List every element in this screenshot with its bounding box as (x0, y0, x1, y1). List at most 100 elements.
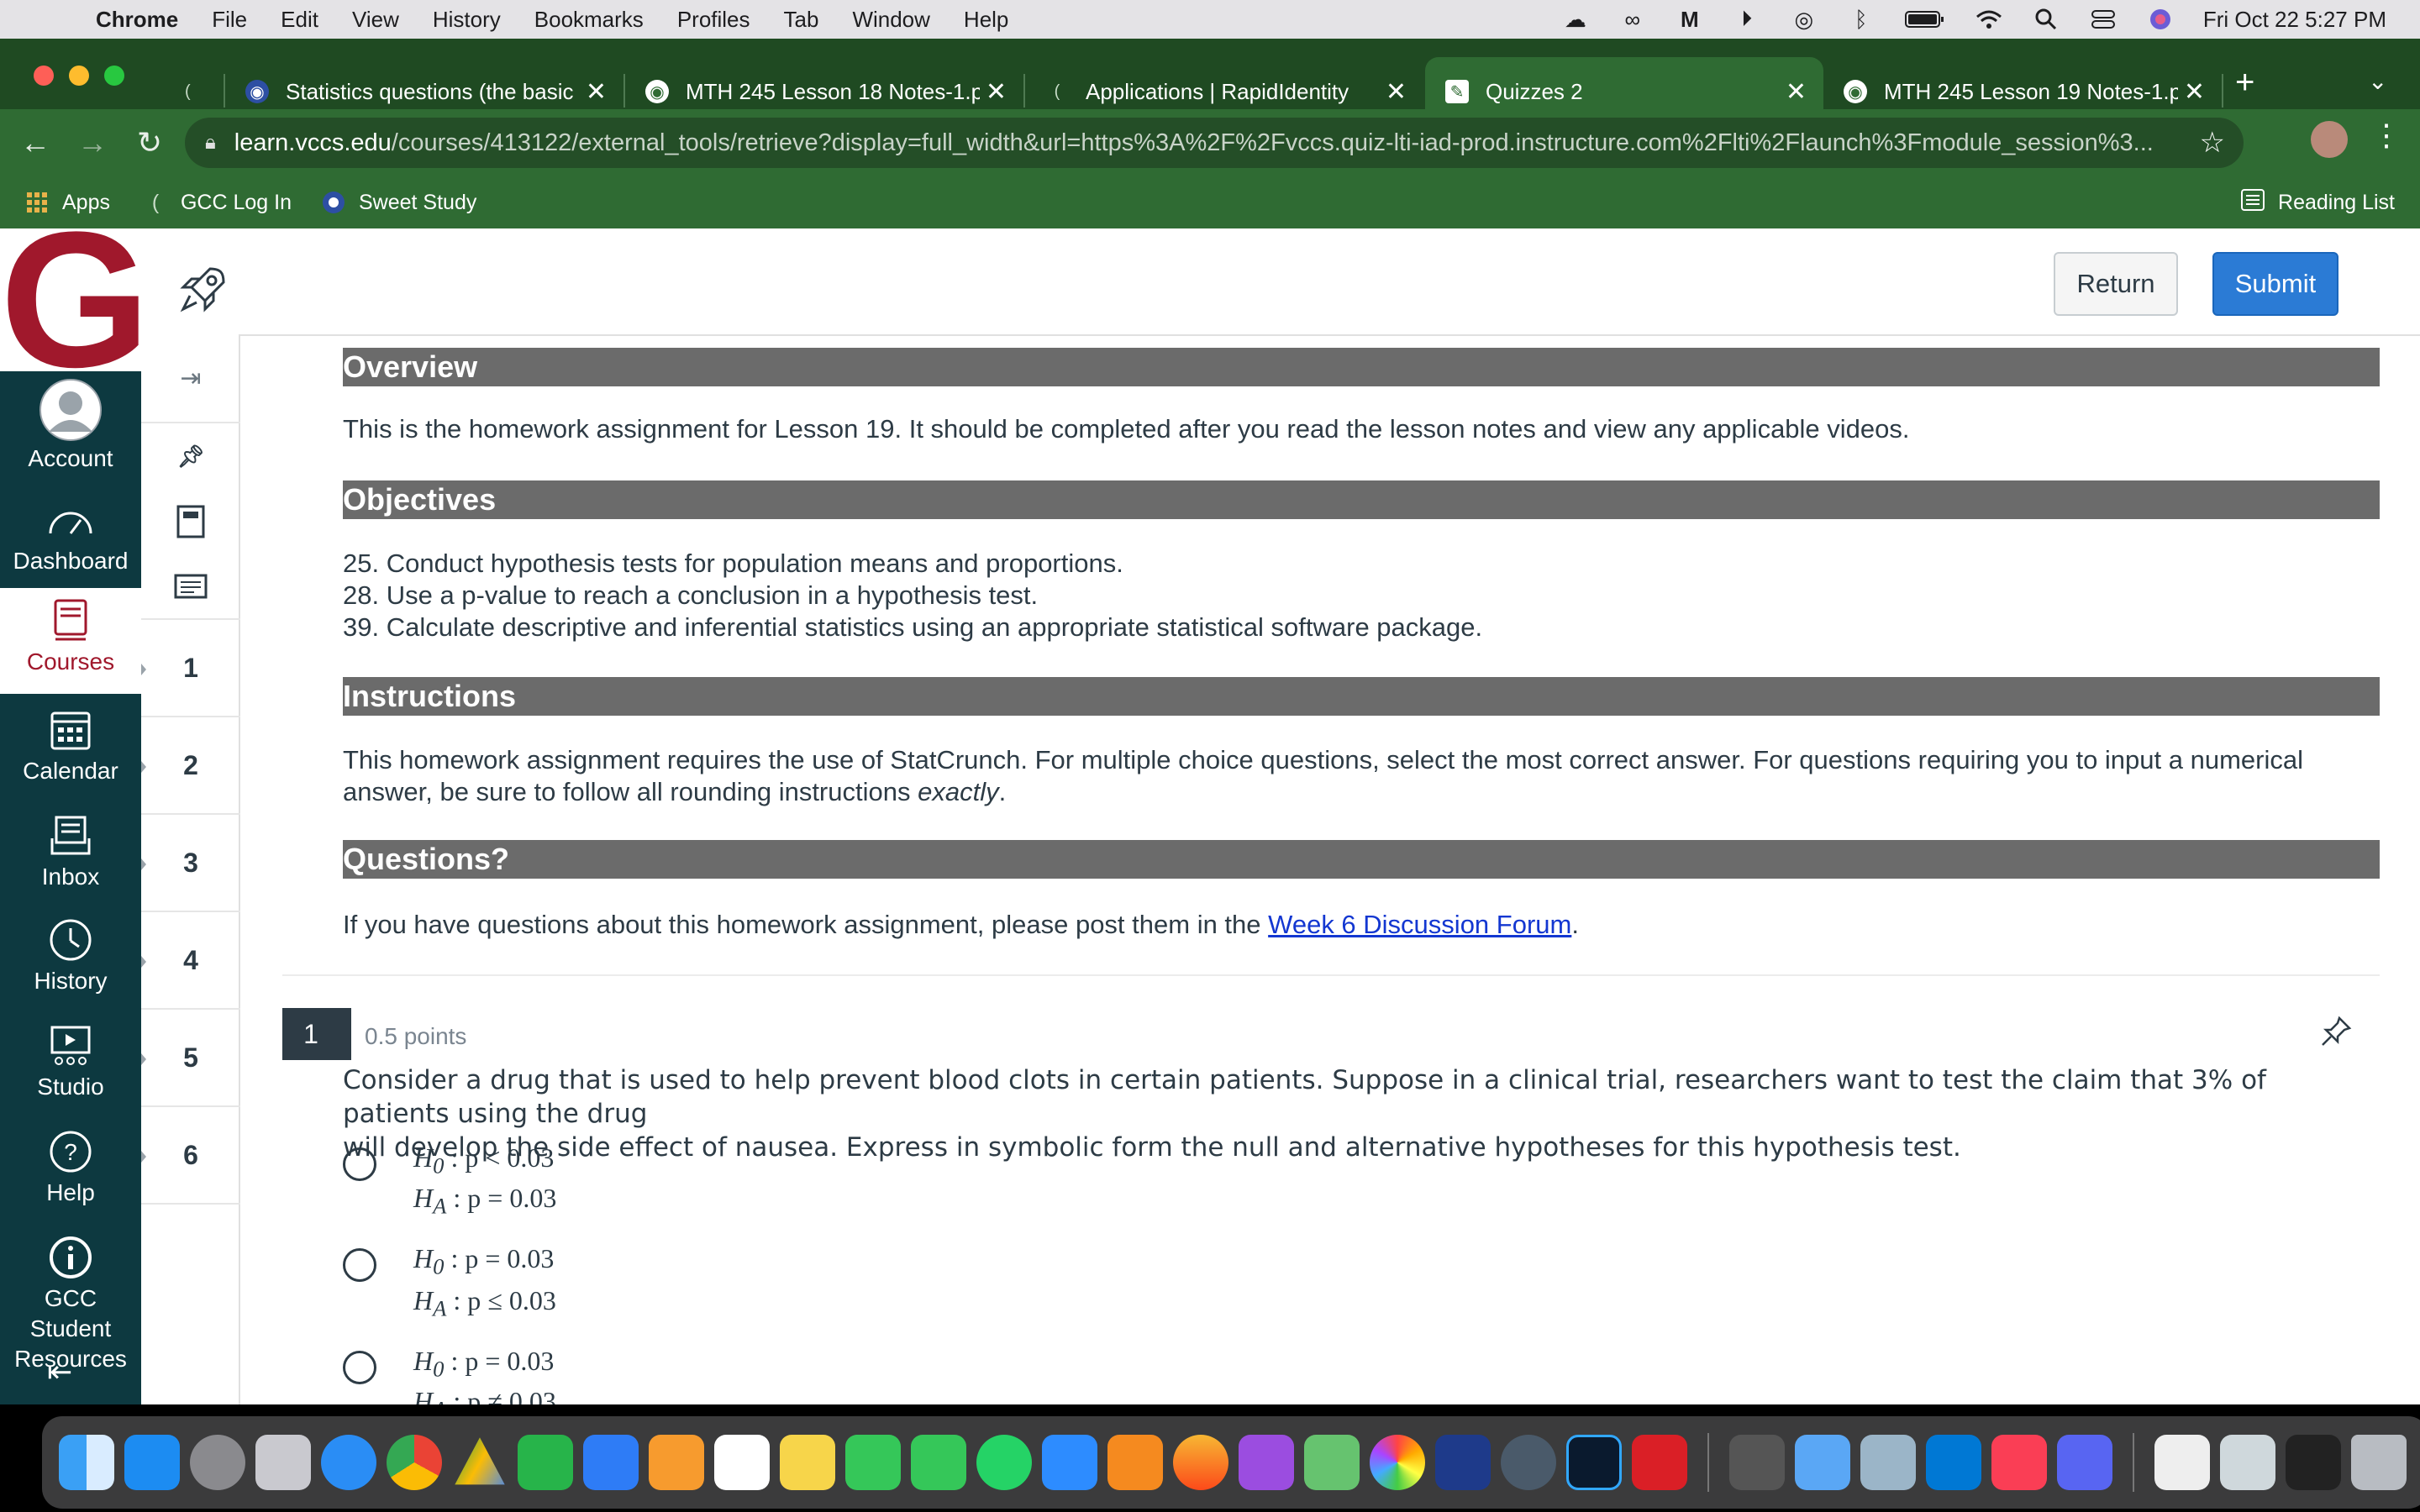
menu-file[interactable]: File (212, 7, 247, 33)
close-tab-icon[interactable]: ✕ (2184, 77, 2205, 107)
nav-gcc-student-resources[interactable]: GCC Student Resources (0, 1225, 141, 1372)
back-arrow-icon[interactable]: ← (13, 121, 57, 165)
mail-icon[interactable] (1795, 1435, 1850, 1490)
question-nav-2[interactable]: 2 (141, 717, 240, 815)
bookmark-gcc-log-in[interactable]: ( GCC Log In (144, 191, 292, 215)
nav-calendar[interactable]: Calendar (0, 697, 141, 801)
battery-icon[interactable] (1904, 8, 1946, 30)
chrome-menu-icon[interactable]: ⋮ (2371, 118, 2402, 153)
finder-icon[interactable] (59, 1435, 114, 1490)
answer-option-1[interactable]: H0 : p < 0.03 HA : p = 0.03 (343, 1142, 847, 1226)
nav-inbox[interactable]: Inbox (0, 803, 141, 907)
preview-icon[interactable] (1860, 1435, 1916, 1490)
maps-icon[interactable] (1304, 1435, 1360, 1490)
app-store-icon[interactable] (124, 1435, 180, 1490)
collapse-nav-icon[interactable]: ⇤ (47, 1354, 72, 1389)
malwarebytes-icon[interactable]: M (1676, 7, 1704, 32)
facetime-icon[interactable] (845, 1435, 901, 1490)
address-bar[interactable]: 🔒︎ learn.vccs.edu/courses/413122/externa… (185, 118, 2244, 168)
close-window-button[interactable] (34, 66, 54, 86)
google-drive-icon[interactable] (455, 1437, 505, 1485)
expand-sidebar-icon[interactable]: ⇥ (141, 334, 240, 423)
lightroom-icon[interactable] (1566, 1435, 1622, 1490)
reload-icon[interactable]: ↻ (128, 121, 171, 165)
lock-icon[interactable]: 🔒︎ (205, 131, 216, 155)
window-thumbnail-icon[interactable] (2220, 1435, 2275, 1490)
radio-button[interactable] (343, 1351, 376, 1384)
question-nav-4[interactable]: 4 (141, 912, 240, 1010)
notes-icon[interactable] (141, 554, 240, 620)
siri-icon[interactable] (2146, 8, 2175, 30)
maximize-window-button[interactable] (104, 66, 124, 86)
gcc-logo[interactable]: G (0, 228, 141, 371)
nav-account[interactable]: Account (0, 371, 141, 475)
question-nav-3[interactable]: 3 (141, 815, 240, 912)
profile-avatar[interactable] (2311, 121, 2348, 158)
menubar-clock[interactable]: Fri Oct 22 5:27 PM (2203, 7, 2386, 33)
nav-history[interactable]: History (0, 907, 141, 1011)
question-nav-1[interactable]: 1 (141, 620, 240, 717)
play-icon[interactable]: ⏵ (1733, 6, 1761, 31)
menu-tab[interactable]: Tab (784, 7, 819, 33)
reading-list-button[interactable]: Reading List (2241, 176, 2395, 228)
question-nav-5[interactable]: 5 (141, 1010, 240, 1107)
close-tab-icon[interactable]: ✕ (1786, 77, 1807, 107)
wifi-icon[interactable] (1975, 8, 2003, 30)
creative-cloud-icon[interactable]: ∞ (1618, 7, 1647, 32)
bookmark-sweet-study[interactable]: Sweet Study (322, 191, 476, 215)
answer-option-2[interactable]: H0 : p = 0.03 HA : p ≤ 0.03 (343, 1243, 847, 1327)
menu-profiles[interactable]: Profiles (677, 7, 750, 33)
keynote-icon[interactable] (583, 1435, 639, 1490)
photos-icon[interactable] (1370, 1435, 1425, 1490)
radio-button[interactable] (343, 1248, 376, 1282)
radio-button[interactable] (343, 1147, 376, 1181)
cinema-icon[interactable] (1173, 1435, 1228, 1490)
new-tab-icon[interactable]: + (2235, 64, 2254, 102)
zoom-icon[interactable] (1042, 1435, 1097, 1490)
menu-edit[interactable]: Edit (281, 7, 318, 33)
notes-app-icon[interactable] (780, 1435, 835, 1490)
return-button[interactable]: Return (2054, 252, 2178, 316)
rocket-icon[interactable] (176, 262, 230, 316)
nav-studio[interactable]: Studio (0, 1013, 141, 1117)
forward-arrow-icon[interactable]: → (71, 121, 114, 165)
tab-search-chevron-icon[interactable]: ⌄ (2368, 67, 2387, 95)
migration-icon[interactable] (1729, 1435, 1785, 1490)
question-nav-6[interactable]: 6 (141, 1107, 240, 1205)
minimize-window-button[interactable] (69, 66, 89, 86)
quicktime-icon[interactable] (1501, 1435, 1556, 1490)
close-tab-icon[interactable]: ✕ (986, 77, 1007, 107)
discord-icon[interactable] (2057, 1435, 2112, 1490)
calendar-app-icon[interactable] (714, 1435, 770, 1490)
submit-button[interactable]: Submit (2212, 252, 2338, 316)
document-thumbnail-icon[interactable] (2154, 1435, 2210, 1490)
system-preferences-icon[interactable] (190, 1435, 245, 1490)
close-tab-icon[interactable]: ✕ (1386, 77, 1407, 107)
cloud-icon[interactable]: ☁ (1561, 7, 1590, 32)
pin-icon[interactable]: 📌︎ (141, 423, 240, 489)
nav-dashboard[interactable]: Dashboard (0, 487, 141, 591)
whatsapp-icon[interactable] (976, 1435, 1032, 1490)
podcasts-icon[interactable] (1239, 1435, 1294, 1490)
numbers-icon[interactable] (518, 1435, 573, 1490)
photo-booth-icon[interactable] (1107, 1435, 1163, 1490)
menu-history[interactable]: History (433, 7, 501, 33)
control-center-icon[interactable] (2089, 8, 2118, 30)
pages-icon[interactable] (649, 1435, 704, 1490)
trash-icon[interactable] (2351, 1435, 2407, 1490)
pin-question-icon[interactable] (2319, 1015, 2353, 1048)
close-tab-icon[interactable]: ✕ (586, 77, 607, 107)
menu-help[interactable]: Help (964, 7, 1008, 33)
answer-option-3[interactable]: H0 : p = 0.03 HA : p ≠ 0.03 (343, 1346, 847, 1404)
menu-view[interactable]: View (352, 7, 399, 33)
bookmark-apps[interactable]: Apps (25, 191, 110, 215)
creative-cloud-app-icon[interactable] (1632, 1435, 1687, 1490)
chrome-icon[interactable] (387, 1435, 442, 1490)
spotlight-search-icon[interactable] (2032, 8, 2060, 30)
bluetooth-icon[interactable]: ᛒ (1847, 7, 1876, 32)
airdrop-icon[interactable]: ◎ (1790, 7, 1818, 32)
menu-bookmarks[interactable]: Bookmarks (534, 7, 644, 33)
music-icon[interactable] (1991, 1435, 2047, 1490)
bookmark-star-icon[interactable]: ☆ (2200, 126, 2225, 160)
layers-icon[interactable] (1435, 1435, 1491, 1490)
